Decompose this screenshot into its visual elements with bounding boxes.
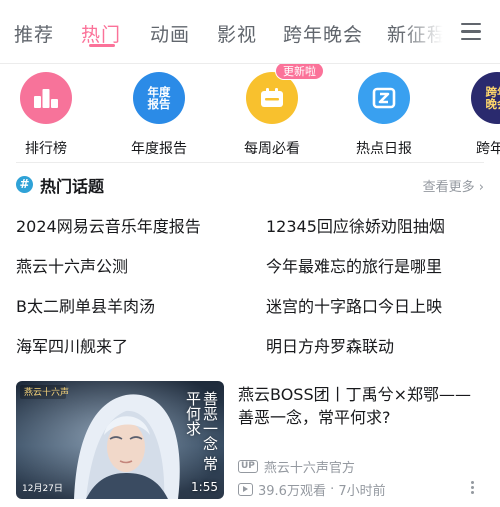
quick-entry-label: 每周必看 <box>244 141 300 157</box>
hot-daily-icon <box>358 72 410 124</box>
video-title[interactable]: 燕云BOSS团丨丁禹兮×郑鄂——善恶一念，常平何求? <box>238 383 478 429</box>
topic-item[interactable]: 今年最难忘的旅行是哪里 <box>266 253 442 277</box>
uploader-row[interactable]: UP 燕云十六声官方 <box>238 457 355 476</box>
video-duration: 1:55 <box>191 480 218 494</box>
tab-film-tv[interactable]: 影视 <box>217 20 257 47</box>
view-count: 39.6万观看 <box>258 483 326 499</box>
topic-item[interactable]: 12345回应徐娇劝阻抽烟 <box>266 213 445 237</box>
chevron-right-icon: › <box>478 180 484 195</box>
more-options-icon[interactable] <box>471 481 475 495</box>
topic-item[interactable]: 海军四川舰来了 <box>16 333 128 357</box>
ranking-icon <box>20 72 72 124</box>
topic-item[interactable]: 2024网易云音乐年度报告 <box>16 213 201 237</box>
video-stats: 39.6万观看 · 7小时前 <box>238 480 386 499</box>
see-more-link[interactable]: 查看更多 › <box>423 176 484 195</box>
uploader-name: 燕云十六声官方 <box>263 460 355 476</box>
topic-item[interactable]: B太二刷单县羊肉汤 <box>16 293 155 317</box>
hashtag-icon: # <box>16 176 33 193</box>
tab-fade-overlay <box>400 10 450 54</box>
video-thumbnail[interactable]: 燕云十六声 12月27日 善恶一念 常平何求 1:55 <box>16 381 224 499</box>
hot-topics-title: 热门话题 <box>40 177 105 196</box>
thumb-date: 12月27日 <box>22 483 63 494</box>
video-card[interactable]: 燕云十六声 12月27日 善恶一念 常平何求 1:55 燕云BOSS团丨丁禹兮×… <box>16 381 484 499</box>
tab-recommend[interactable]: 推荐 <box>14 20 54 47</box>
quick-entry-label: 排行榜 <box>25 141 67 157</box>
quick-entry-row: 排行榜 年度 报告 年度报告 每周必看 热点日报 跨 晚 跨年 更新啦 <box>0 64 500 162</box>
topic-item[interactable]: 明日方舟罗森联动 <box>266 333 394 357</box>
quick-entry-label: 年度报告 <box>131 141 187 157</box>
topic-item[interactable]: 迷宫的十字路口今日上映 <box>266 293 442 317</box>
play-count-icon <box>238 482 253 496</box>
quick-entry-label: 跨年晚 <box>476 141 500 157</box>
section-divider <box>16 162 484 163</box>
annual-report-icon: 年度 报告 <box>133 72 185 124</box>
topic-item[interactable]: 燕云十六声公测 <box>16 253 128 277</box>
quick-entry-label: 热点日报 <box>356 141 412 157</box>
active-tab-indicator <box>89 44 115 47</box>
stat-separator: · <box>325 481 339 497</box>
thumb-logo: 燕云十六声 <box>24 386 69 398</box>
tab-animation[interactable]: 动画 <box>150 20 190 47</box>
tab-hot[interactable]: 热门 <box>81 20 121 47</box>
update-badge: 更新啦 <box>275 64 324 80</box>
menu-icon[interactable] <box>461 23 481 41</box>
top-tab-bar: 推荐 热门 动画 影视 跨年晚会 新征程 <box>0 0 500 64</box>
tab-new-year-gala[interactable]: 跨年晚会 <box>283 20 363 47</box>
hot-topics-header: # 热门话题 查看更多 › <box>16 172 484 198</box>
thumb-calligraphy: 善恶一念 常平何求 <box>184 391 219 471</box>
up-badge-icon: UP <box>238 459 258 473</box>
new-year-gala-icon: 跨年晚会 <box>471 72 500 124</box>
publish-time: 7小时前 <box>338 483 386 499</box>
